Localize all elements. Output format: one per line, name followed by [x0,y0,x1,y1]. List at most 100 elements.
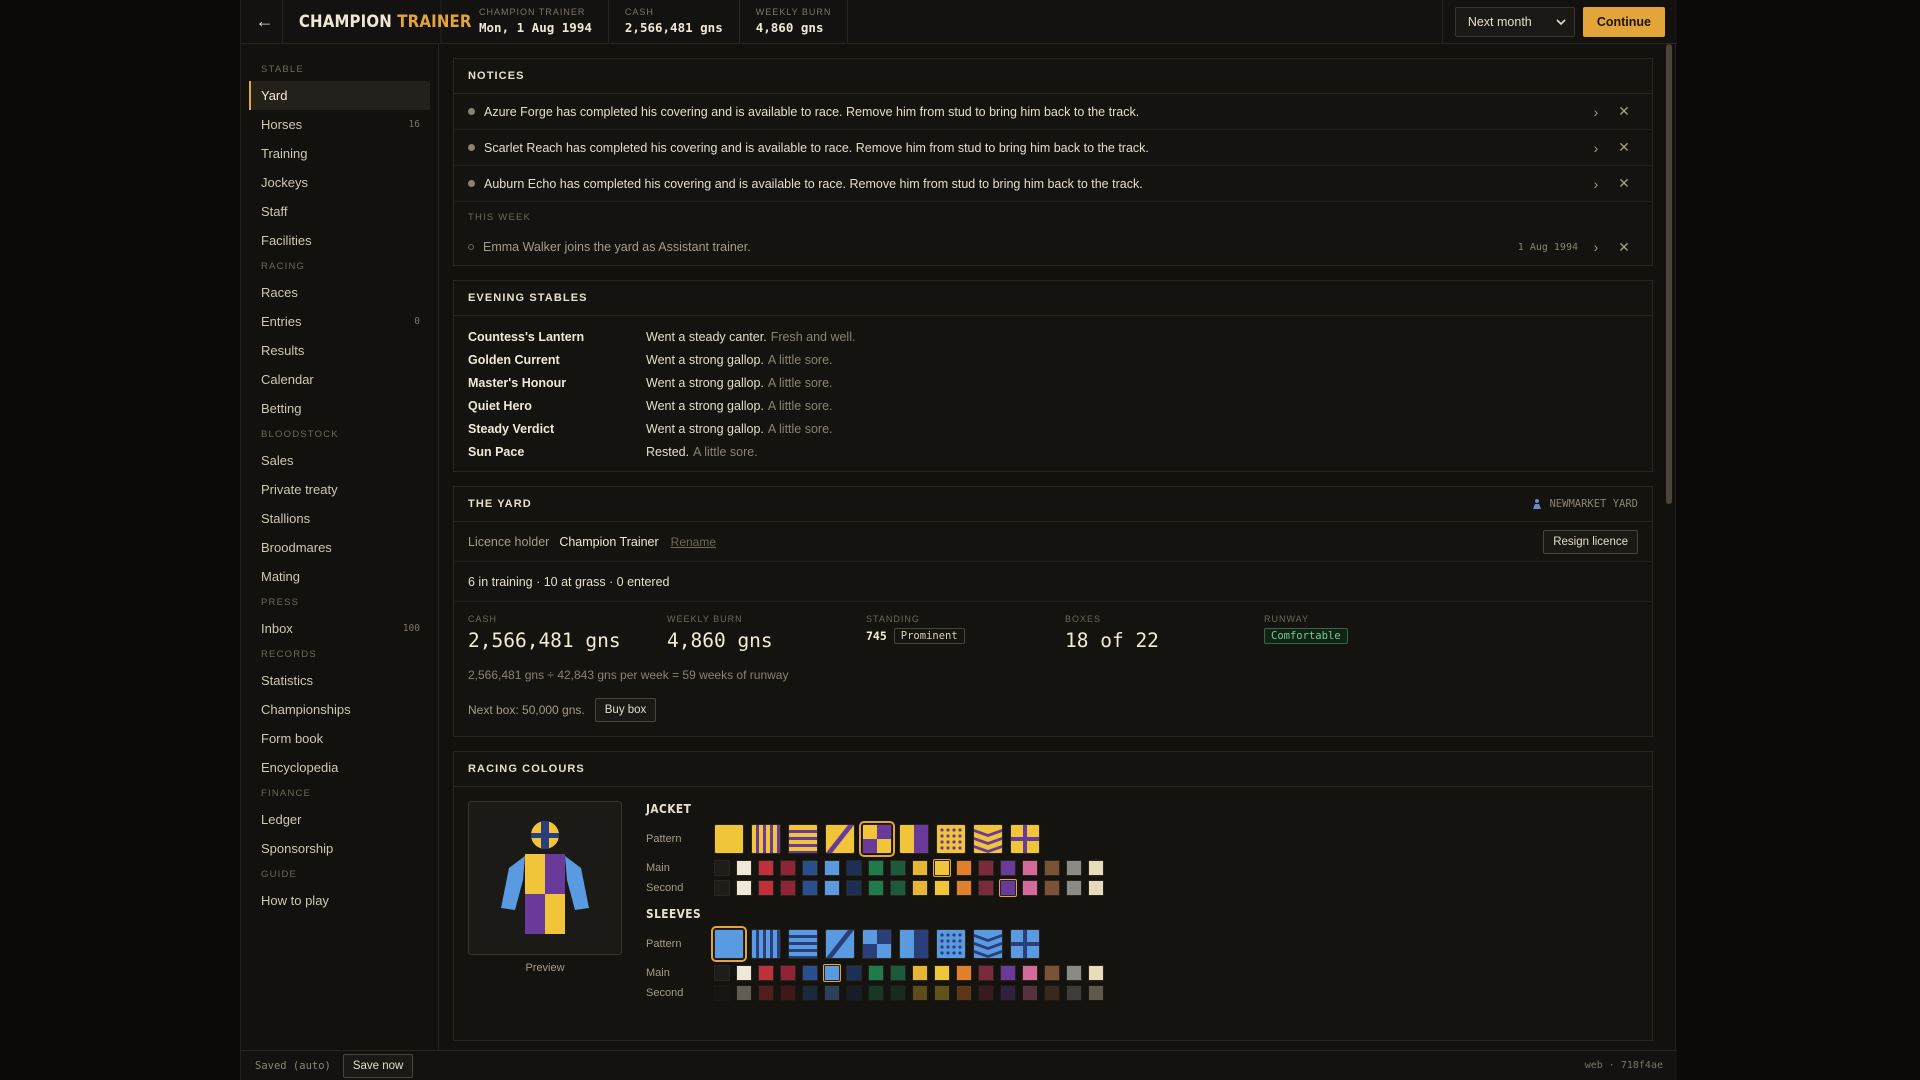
back-button[interactable]: ← [247,0,283,43]
scrollbar-thumb[interactable] [1666,44,1672,504]
sidebar-item-betting[interactable]: Betting [249,394,430,423]
sidebar-item-races[interactable]: Races [249,278,430,307]
sidebar-item-ledger[interactable]: Ledger [249,805,430,834]
sidebar-item-inbox[interactable]: Inbox 100 [249,614,430,643]
sidebar-item-statistics[interactable]: Statistics [249,666,430,695]
pattern-halves-option[interactable] [899,929,929,959]
sidebar-item-mating[interactable]: Mating [249,562,430,591]
sidebar-item-stallions[interactable]: Stallions [249,504,430,533]
resign-licence-button[interactable]: Resign licence [1543,529,1638,554]
pattern-quartered-option[interactable] [862,929,892,959]
colour-swatch[interactable] [758,965,774,981]
colour-swatch[interactable] [758,985,774,1001]
pattern-sash-option[interactable] [825,929,855,959]
horse-name[interactable]: Countess's Lantern [468,330,646,344]
colour-swatch[interactable] [1000,860,1016,876]
sidebar-item-sales[interactable]: Sales [249,446,430,475]
colour-swatch[interactable] [912,860,928,876]
sidebar-item-results[interactable]: Results [249,336,430,365]
colour-swatch[interactable] [890,860,906,876]
sidebar-item-private-treaty[interactable]: Private treaty [249,475,430,504]
colour-swatch[interactable] [736,965,752,981]
colour-swatch[interactable] [868,985,884,1001]
open-notice-icon[interactable]: › [1582,239,1610,255]
colour-swatch[interactable] [978,880,994,896]
buy-box-button[interactable]: Buy box [594,698,657,722]
pattern-stripes-option[interactable] [751,929,781,959]
colour-swatch[interactable] [736,860,752,876]
colour-swatch[interactable] [758,880,774,896]
colour-swatch[interactable] [736,880,752,896]
pattern-cross-belts-option[interactable] [1010,929,1040,959]
colour-swatch[interactable] [780,965,796,981]
colour-swatch[interactable] [934,880,950,896]
colour-swatch[interactable] [846,880,862,896]
dismiss-icon[interactable]: ✕ [1610,239,1638,256]
colour-swatch[interactable] [868,860,884,876]
sidebar-item-facilities[interactable]: Facilities [249,226,430,255]
sidebar-item-form-book[interactable]: Form book [249,724,430,753]
sidebar-item-encyclopedia[interactable]: Encyclopedia [249,753,430,782]
colour-swatch[interactable] [780,860,796,876]
colour-swatch[interactable] [1022,985,1038,1001]
colour-swatch[interactable] [1044,985,1060,1001]
colour-swatch[interactable] [1044,880,1060,896]
colour-swatch[interactable] [978,965,994,981]
pattern-stripes-option[interactable] [751,824,781,854]
colour-swatch[interactable] [714,965,730,981]
sidebar-item-calendar[interactable]: Calendar [249,365,430,394]
dismiss-icon[interactable]: ✕ [1610,175,1638,192]
pattern-plain-option[interactable] [714,824,744,854]
colour-swatch[interactable] [846,985,862,1001]
colour-swatch[interactable] [890,985,906,1001]
colour-swatch[interactable] [933,859,951,877]
colour-swatch[interactable] [1022,965,1038,981]
colour-swatch[interactable] [1044,860,1060,876]
colour-swatch[interactable] [736,985,752,1001]
colour-swatch[interactable] [1088,965,1104,981]
colour-swatch[interactable] [846,860,862,876]
colour-swatch[interactable] [1066,880,1082,896]
sidebar-item-yard[interactable]: Yard [249,81,430,110]
colour-swatch[interactable] [956,965,972,981]
pattern-hoops-option[interactable] [788,929,818,959]
sidebar-item-jockeys[interactable]: Jockeys [249,168,430,197]
colour-swatch[interactable] [999,879,1017,897]
colour-swatch[interactable] [802,965,818,981]
rename-link[interactable]: Rename [671,535,716,549]
sidebar-item-entries[interactable]: Entries 0 [249,307,430,336]
advance-period-select[interactable]: Next month [1454,6,1575,37]
colour-swatch[interactable] [978,860,994,876]
colour-swatch[interactable] [868,965,884,981]
open-notice-icon[interactable]: › [1582,176,1610,192]
pattern-chevrons-option[interactable] [973,824,1003,854]
colour-swatch[interactable] [1088,985,1104,1001]
colour-swatch[interactable] [802,880,818,896]
colour-swatch[interactable] [1088,880,1104,896]
colour-swatch[interactable] [802,860,818,876]
colour-swatch[interactable] [956,860,972,876]
pattern-sash-option[interactable] [825,824,855,854]
pattern-quartered-option[interactable] [859,821,895,857]
colour-swatch[interactable] [912,965,928,981]
pattern-halves-option[interactable] [899,824,929,854]
colour-swatch[interactable] [780,880,796,896]
colour-swatch[interactable] [1066,965,1082,981]
colour-swatch[interactable] [1044,965,1060,981]
sidebar-item-broodmares[interactable]: Broodmares [249,533,430,562]
colour-swatch[interactable] [934,965,950,981]
colour-swatch[interactable] [714,860,730,876]
open-notice-icon[interactable]: › [1582,104,1610,120]
horse-name[interactable]: Master's Honour [468,376,646,390]
colour-swatch[interactable] [1066,985,1082,1001]
dismiss-icon[interactable]: ✕ [1610,103,1638,120]
save-now-button[interactable]: Save now [342,1053,414,1078]
sidebar-item-staff[interactable]: Staff [249,197,430,226]
colour-swatch[interactable] [824,985,840,1001]
colour-swatch[interactable] [978,985,994,1001]
colour-swatch[interactable] [1000,985,1016,1001]
colour-swatch[interactable] [758,860,774,876]
colour-swatch[interactable] [868,880,884,896]
sidebar-item-championships[interactable]: Championships [249,695,430,724]
colour-swatch[interactable] [780,985,796,1001]
